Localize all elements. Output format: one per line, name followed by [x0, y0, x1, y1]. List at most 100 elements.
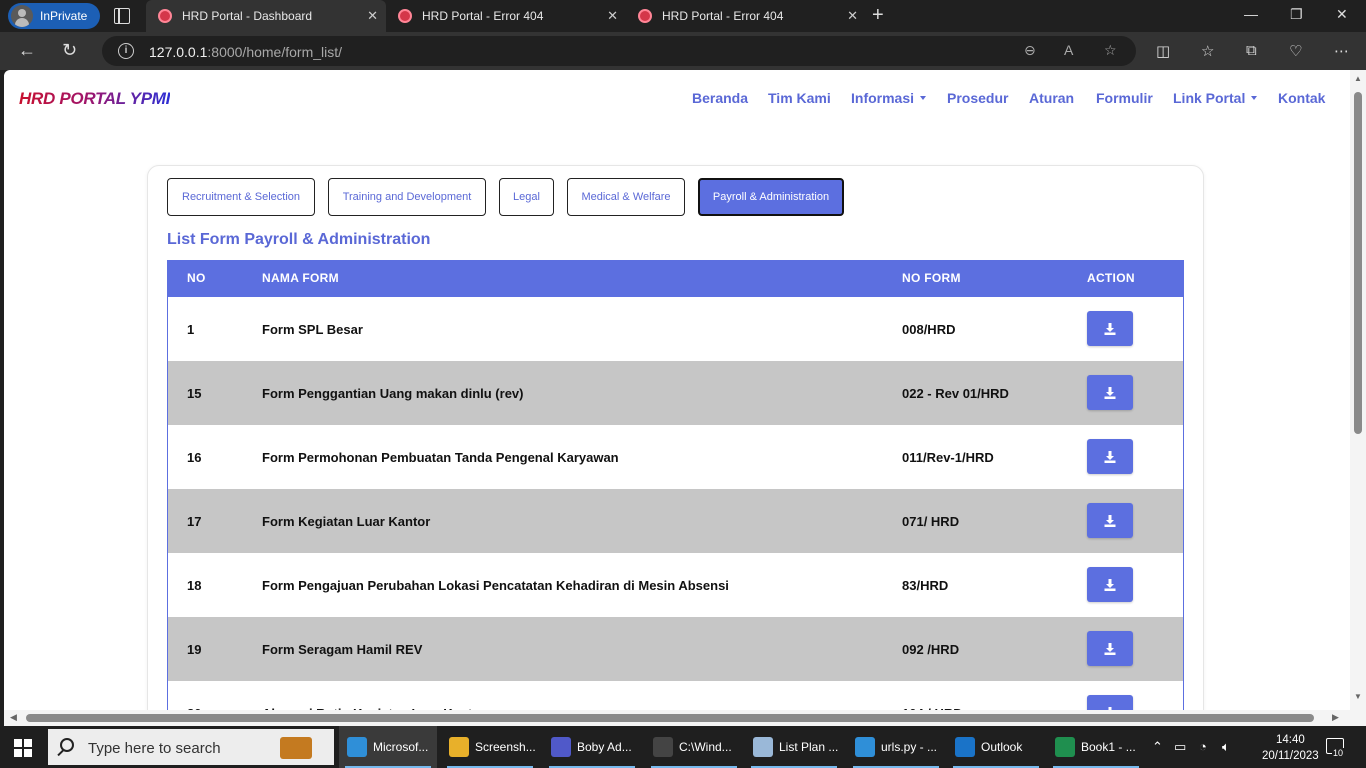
table-row: 15 Form Penggantian Uang makan dinlu (rev… [168, 361, 1183, 425]
category-training-button[interactable]: Training and Development [328, 178, 486, 216]
tab-actions-icon[interactable] [114, 8, 130, 24]
system-clock[interactable]: 14:40 20/11/2023 [1262, 732, 1319, 764]
cell-form-no: 022 - Rev 01/HRD [902, 386, 1009, 401]
vertical-scrollbar[interactable]: ▲ ▼ [1350, 70, 1366, 710]
close-icon[interactable]: ✕ [607, 8, 618, 24]
tab-error-404[interactable]: HRD Portal - Error 404 ✕ [386, 0, 626, 32]
nav-prosedur[interactable]: Prosedur [947, 90, 1008, 106]
site-info-icon[interactable]: i [118, 43, 134, 59]
taskbar-search[interactable]: Type here to search [48, 729, 334, 765]
close-icon[interactable]: ✕ [847, 8, 858, 24]
download-button[interactable] [1087, 631, 1133, 666]
more-menu-icon[interactable]: ⋯ [1334, 42, 1349, 60]
taskbar-app-item[interactable]: Microsof... [339, 726, 437, 768]
category-medical-button[interactable]: Medical & Welfare [567, 178, 685, 216]
cell-no: 18 [187, 578, 202, 593]
cell-form-no: 008/HRD [902, 322, 956, 337]
download-icon [1104, 450, 1116, 463]
scroll-thumb[interactable] [26, 714, 1314, 722]
portal-favicon-icon [638, 9, 652, 23]
browser-essentials-icon[interactable]: ♡ [1289, 42, 1302, 60]
tab-error-404[interactable]: HRD Portal - Error 404 ✕ [626, 0, 866, 32]
download-button[interactable] [1087, 503, 1133, 538]
app-icon [347, 737, 367, 757]
network-icon[interactable]: ▭ [1174, 739, 1186, 755]
download-icon [1104, 322, 1116, 335]
read-aloud-icon[interactable]: A [1064, 42, 1073, 58]
cell-form-no: 071/ HRD [902, 514, 960, 529]
nav-tim-kami[interactable]: Tim Kami [768, 90, 831, 106]
collections-icon[interactable]: ⧉ [1246, 42, 1257, 59]
tab-title: HRD Portal - Dashboard [182, 9, 313, 23]
taskbar-app-item[interactable]: List Plan ... [745, 726, 843, 768]
taskbar-app-item[interactable]: Boby Ad... [543, 726, 641, 768]
taskbar-app-item[interactable]: C:\Wind... [645, 726, 741, 768]
download-button[interactable] [1087, 439, 1133, 474]
taskbar-app-label: List Plan ... [779, 740, 839, 754]
category-legal-button[interactable]: Legal [499, 178, 554, 216]
download-icon [1104, 386, 1116, 399]
nav-formulir[interactable]: Formulir [1096, 90, 1153, 106]
portal-favicon-icon [398, 9, 412, 23]
nav-link-portal[interactable]: Link Portal [1173, 90, 1258, 106]
tab-title: HRD Portal - Error 404 [662, 9, 784, 23]
download-button[interactable] [1087, 375, 1133, 410]
restore-icon[interactable]: ❐ [1290, 6, 1303, 23]
table-row: 16 Form Permohonan Pembuatan Tanda Pengen… [168, 425, 1183, 489]
app-icon [653, 737, 673, 757]
download-button[interactable] [1087, 695, 1133, 710]
scroll-right-icon[interactable]: ▶ [1332, 712, 1339, 723]
wifi-icon[interactable]: ◔ [1199, 739, 1207, 754]
new-tab-plus-icon[interactable]: + [872, 4, 884, 27]
windows-taskbar: Type here to search Microsof... Screensh.… [0, 726, 1366, 768]
split-screen-icon[interactable]: ◫ [1156, 42, 1170, 60]
list-title: List Form Payroll & Administration [167, 231, 431, 248]
taskbar-app-label: Boby Ad... [577, 740, 632, 754]
url-text[interactable]: 127.0.0.1:8000/home/form_list/ [149, 44, 342, 60]
close-window-icon[interactable]: ✕ [1336, 6, 1348, 23]
scroll-up-icon[interactable]: ▲ [1354, 74, 1362, 83]
scroll-down-icon[interactable]: ▼ [1354, 692, 1362, 701]
refresh-icon[interactable]: ↻ [62, 40, 77, 61]
inprivate-badge[interactable]: InPrivate [8, 3, 100, 29]
favorites-icon[interactable]: ☆ [1201, 42, 1214, 60]
nav-informasi[interactable]: Informasi [851, 90, 927, 106]
tab-dashboard[interactable]: HRD Portal - Dashboard ✕ [146, 0, 386, 32]
back-arrow-icon[interactable]: ← [18, 40, 36, 61]
volume-icon[interactable]: 🔈︎ [1222, 739, 1230, 755]
table-header: NO NAMA FORM NO FORM ACTION [168, 260, 1183, 297]
download-button[interactable] [1087, 567, 1133, 602]
cell-no: 19 [187, 642, 202, 657]
horizontal-scrollbar[interactable]: ◀ ▶ [4, 710, 1366, 726]
download-icon [1104, 642, 1116, 655]
zoom-out-icon[interactable]: ⊖ [1024, 42, 1036, 59]
download-button[interactable] [1087, 311, 1133, 346]
header-name: NAMA FORM [262, 271, 339, 285]
app-icon [449, 737, 469, 757]
category-payroll-button[interactable]: Payroll & Administration [698, 178, 844, 216]
nav-aturan[interactable]: Aturan [1029, 90, 1074, 106]
taskbar-app-label: C:\Wind... [679, 740, 732, 754]
category-recruitment-button[interactable]: Recruitment & Selection [167, 178, 315, 216]
app-icon [955, 737, 975, 757]
nav-beranda[interactable]: Beranda [692, 90, 748, 106]
inprivate-label: InPrivate [40, 9, 88, 23]
windows-start-icon[interactable] [14, 739, 32, 757]
cell-form-name: Form Permohonan Pembuatan Tanda Pengenal… [262, 450, 619, 465]
scroll-left-icon[interactable]: ◀ [10, 712, 17, 723]
favorite-star-icon[interactable]: ☆ [1104, 42, 1117, 59]
minimize-icon[interactable]: — [1244, 6, 1258, 22]
taskbar-app-item[interactable]: Screensh... [441, 726, 539, 768]
taskbar-app-item[interactable]: Outlook [947, 726, 1043, 768]
briefcase-icon[interactable] [280, 737, 312, 759]
search-icon [60, 738, 74, 752]
taskbar-app-item[interactable]: urls.py - ... [847, 726, 943, 768]
taskbar-app-label: Book1 - ... [1081, 740, 1136, 754]
search-placeholder: Type here to search [88, 740, 221, 757]
nav-kontak[interactable]: Kontak [1278, 90, 1325, 106]
chevron-up-icon[interactable]: ⌃ [1152, 739, 1163, 755]
scroll-thumb[interactable] [1354, 92, 1362, 434]
url-bar[interactable]: i 127.0.0.1:8000/home/form_list/ ⊖ A ☆ [102, 36, 1136, 66]
close-icon[interactable]: ✕ [367, 8, 378, 24]
taskbar-app-item[interactable]: Book1 - ... [1047, 726, 1145, 768]
